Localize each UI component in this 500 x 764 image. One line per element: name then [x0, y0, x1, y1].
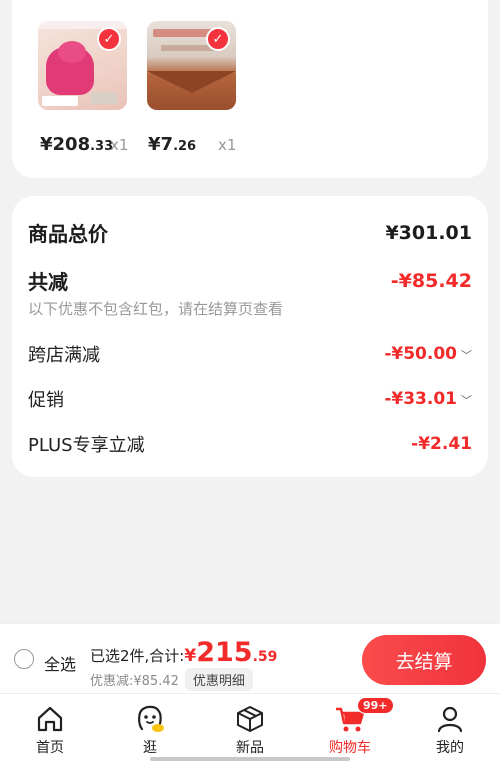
chevron-down-icon: ﹀: [461, 349, 472, 362]
browse-face-icon: [115, 702, 185, 736]
tab-new[interactable]: 新品: [215, 702, 285, 757]
checkout-button[interactable]: 去结算: [362, 635, 486, 685]
tab-profile[interactable]: 我的: [415, 702, 485, 757]
profile-icon: [415, 702, 485, 736]
leather-swatch-image: [147, 71, 236, 93]
chevron-down-icon: ﹀: [461, 394, 472, 407]
discount-row-plus: PLUS专享立减 -¥2.41: [28, 431, 472, 457]
total-price-label: 商品总价: [28, 222, 108, 246]
discount-summary: 优惠减:¥85.42: [90, 674, 179, 689]
cart-count-badge: 99+: [357, 697, 394, 714]
new-box-icon: [215, 702, 285, 736]
product-2-quantity: x1: [218, 136, 237, 154]
bottom-tab-bar: 首页 逛 新品 99+ 购物车 我的: [0, 693, 500, 764]
select-all-label[interactable]: 全选: [44, 651, 76, 675]
discount-label: 促销: [28, 390, 64, 411]
product-thumbnail-1[interactable]: ✓: [38, 21, 127, 110]
product-1-price: ¥208.33: [40, 134, 114, 155]
select-all-radio[interactable]: [14, 649, 34, 669]
tab-browse[interactable]: 逛: [115, 702, 185, 757]
checkmark-icon[interactable]: ✓: [97, 27, 121, 51]
discount-row-promotion[interactable]: 促销 -¥33.01 ﹀: [28, 386, 472, 412]
total-amount: 215: [196, 637, 253, 668]
total-reduction-label: 共减: [28, 270, 68, 294]
home-icon: [15, 702, 85, 736]
product-thumbnail-2[interactable]: ✓: [147, 21, 236, 110]
discount-value: -¥33.01: [384, 389, 457, 409]
discount-value: -¥50.00: [384, 344, 457, 364]
discount-value: -¥2.41: [411, 434, 472, 454]
discount-row-cross-store[interactable]: 跨店满减 -¥50.00 ﹀: [28, 341, 472, 367]
home-indicator[interactable]: [150, 757, 350, 761]
total-price-value: ¥301.01: [385, 221, 472, 244]
tab-cart[interactable]: 99+ 购物车: [315, 697, 394, 757]
price-summary-card: 商品总价 ¥301.01 共减 -¥85.42 以下优惠不包含红包，请在结算页查…: [12, 196, 488, 477]
checkout-bar: 全选 已选2件,合计:¥215.59 优惠减:¥85.42 优惠明细 去结算: [0, 623, 500, 694]
discount-label: 跨店满减: [28, 345, 100, 366]
cart-icon: 99+: [315, 697, 394, 736]
tab-home[interactable]: 首页: [15, 702, 85, 757]
product-1-quantity: x1: [110, 136, 129, 154]
discount-note: 以下优惠不包含红包，请在结算页查看: [28, 300, 284, 318]
discount-detail-button[interactable]: 优惠明细: [184, 668, 253, 691]
selected-total: 已选2件,合计:¥215.59: [90, 637, 278, 668]
checkmark-icon[interactable]: ✓: [206, 27, 230, 51]
total-reduction-value: -¥85.42: [390, 269, 472, 292]
product-2-price: ¥7.26: [148, 134, 197, 155]
discount-label: PLUS专享立减: [28, 435, 145, 456]
